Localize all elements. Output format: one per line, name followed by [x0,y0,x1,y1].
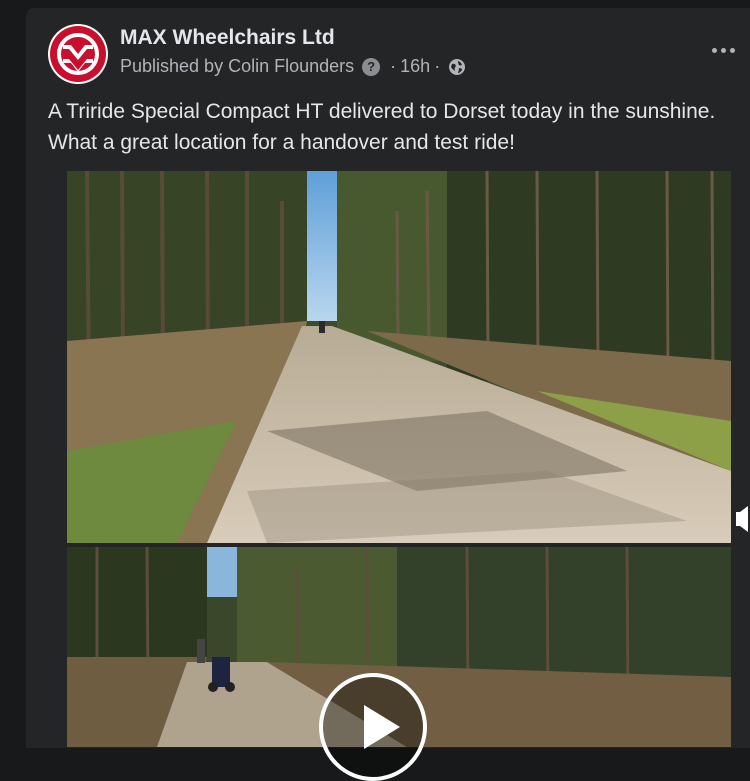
forest-path-image [67,171,731,543]
speaker-muted-icon[interactable] [736,504,750,534]
meta-separator: · [390,56,397,76]
play-icon[interactable] [319,673,427,781]
published-by-text: Published by Colin Flounders [120,56,355,76]
page-name-link[interactable]: MAX Wheelchairs Ltd [120,26,335,50]
max-wheelchairs-logo [50,26,106,82]
video-frame-top[interactable] [67,171,731,543]
left-rail [0,0,26,738]
help-icon[interactable]: ? [362,57,381,76]
page-avatar[interactable] [48,24,108,84]
more-options-icon[interactable] [706,38,740,62]
post-timestamp[interactable]: 16h [400,56,430,77]
meta-separator-2: · [434,56,441,76]
globe-icon[interactable] [448,58,466,76]
post-text: A Triride Special Compact HT delivered t… [48,100,716,154]
post-meta: Published by Colin Flounders ? · 16h · [120,56,466,77]
feed-post: MAX Wheelchairs Ltd Published by Colin F… [26,8,750,748]
